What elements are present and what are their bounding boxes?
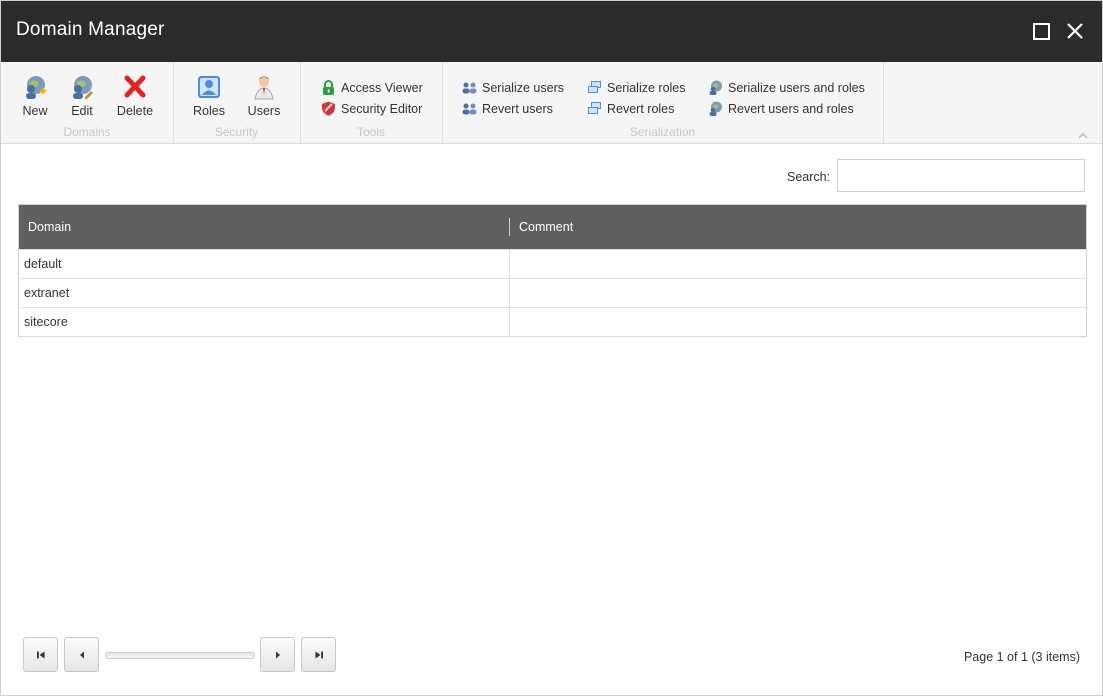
ribbon: New Edit Delete Domains Roles Users Secu… bbox=[1, 62, 1102, 144]
ribbon-group-label: Tools bbox=[356, 125, 385, 139]
previous-page-button[interactable] bbox=[64, 637, 99, 672]
new-domain-button[interactable]: New bbox=[19, 74, 51, 118]
page-slider[interactable] bbox=[105, 652, 255, 659]
table-row[interactable]: extranet bbox=[19, 278, 1086, 307]
revert-users-button[interactable]: Revert users bbox=[462, 101, 553, 116]
serialize-roles-label: Serialize roles bbox=[607, 80, 686, 95]
users-pair-icon bbox=[462, 101, 477, 116]
pager-info: Page 1 of 1 (3 items) bbox=[963, 650, 1080, 664]
window-title: Domain Manager bbox=[16, 19, 165, 40]
chevron-up-icon bbox=[1078, 132, 1088, 139]
users-button-label: Users bbox=[247, 104, 281, 118]
ribbon-group-label: Security bbox=[214, 125, 259, 139]
domain-cell: sitecore bbox=[19, 308, 510, 336]
roles-stack-icon bbox=[587, 80, 602, 95]
maximize-icon bbox=[1033, 23, 1050, 40]
comment-cell bbox=[510, 279, 1086, 307]
shield-icon bbox=[321, 101, 336, 116]
edit-domain-button[interactable]: Edit bbox=[66, 74, 98, 118]
users-icon bbox=[251, 74, 277, 100]
next-page-button[interactable] bbox=[260, 637, 295, 672]
table-row[interactable]: default bbox=[19, 249, 1086, 278]
title-bar: Domain Manager bbox=[1, 1, 1102, 62]
ribbon-collapse-button[interactable] bbox=[1077, 128, 1089, 139]
delete-domain-button[interactable]: Delete bbox=[114, 74, 156, 118]
revert-users-label: Revert users bbox=[482, 101, 553, 116]
close-button[interactable] bbox=[1063, 19, 1087, 43]
close-icon bbox=[1067, 23, 1083, 39]
globe-user-icon bbox=[708, 101, 723, 116]
roles-stack-icon bbox=[587, 101, 602, 116]
first-page-icon bbox=[37, 651, 45, 659]
ribbon-group-domains: New Edit Delete Domains bbox=[1, 62, 174, 143]
grid-header: Domain Comment bbox=[19, 205, 1086, 249]
serialize-users-and-roles-label: Serialize users and roles bbox=[728, 80, 865, 95]
revert-users-and-roles-label: Revert users and roles bbox=[728, 101, 854, 116]
column-header-domain[interactable]: Domain bbox=[19, 205, 510, 249]
column-header-comment[interactable]: Comment bbox=[510, 205, 1086, 249]
serialize-users-label: Serialize users bbox=[482, 80, 564, 95]
ribbon-group-tools: Access Viewer Security Editor Tools bbox=[300, 62, 443, 143]
revert-roles-label: Revert roles bbox=[607, 101, 675, 116]
access-viewer-button[interactable]: Access Viewer bbox=[321, 80, 423, 95]
globe-user-new-icon bbox=[22, 74, 48, 100]
access-viewer-label: Access Viewer bbox=[341, 80, 423, 95]
serialize-users-button[interactable]: Serialize users bbox=[462, 80, 564, 95]
globe-user-icon bbox=[708, 80, 723, 95]
new-button-label: New bbox=[22, 104, 48, 118]
domain-grid: Domain Comment default extranet sitecore bbox=[18, 204, 1087, 337]
ribbon-group-label: Serialization bbox=[629, 125, 696, 139]
serialize-roles-button[interactable]: Serialize roles bbox=[587, 80, 686, 95]
delete-x-icon bbox=[122, 74, 148, 100]
revert-users-and-roles-button[interactable]: Revert users and roles bbox=[708, 101, 854, 116]
first-page-button[interactable] bbox=[23, 637, 58, 672]
domain-manager-window: Domain Manager New Edit Delete Domains R… bbox=[0, 0, 1103, 696]
serialize-users-and-roles-button[interactable]: Serialize users and roles bbox=[708, 80, 865, 95]
lock-icon bbox=[321, 80, 336, 95]
maximize-button[interactable] bbox=[1029, 19, 1053, 43]
edit-button-label: Edit bbox=[71, 104, 93, 118]
security-editor-button[interactable]: Security Editor bbox=[321, 101, 422, 116]
domain-cell: default bbox=[19, 250, 510, 278]
users-pair-icon bbox=[462, 80, 477, 95]
search-input[interactable] bbox=[837, 159, 1085, 192]
security-editor-label: Security Editor bbox=[341, 101, 423, 116]
roles-button-label: Roles bbox=[193, 104, 225, 118]
search-label: Search: bbox=[787, 170, 831, 184]
comment-cell bbox=[510, 308, 1086, 336]
last-page-button[interactable] bbox=[301, 637, 336, 672]
domain-cell: extranet bbox=[19, 279, 510, 307]
ribbon-group-label: Domains bbox=[63, 125, 111, 139]
chevron-right-icon bbox=[276, 651, 280, 659]
delete-button-label: Delete bbox=[116, 104, 154, 118]
roles-icon bbox=[196, 74, 222, 100]
globe-user-edit-icon bbox=[69, 74, 95, 100]
users-button[interactable]: Users bbox=[247, 74, 281, 118]
ribbon-group-serialization: Serialize users Revert users Serialize r… bbox=[442, 62, 884, 143]
comment-cell bbox=[510, 250, 1086, 278]
chevron-left-icon bbox=[80, 651, 84, 659]
last-page-icon bbox=[315, 651, 323, 659]
revert-roles-button[interactable]: Revert roles bbox=[587, 101, 674, 116]
roles-button[interactable]: Roles bbox=[193, 74, 225, 118]
table-row[interactable]: sitecore bbox=[19, 307, 1086, 336]
ribbon-group-security: Roles Users Security bbox=[173, 62, 301, 143]
